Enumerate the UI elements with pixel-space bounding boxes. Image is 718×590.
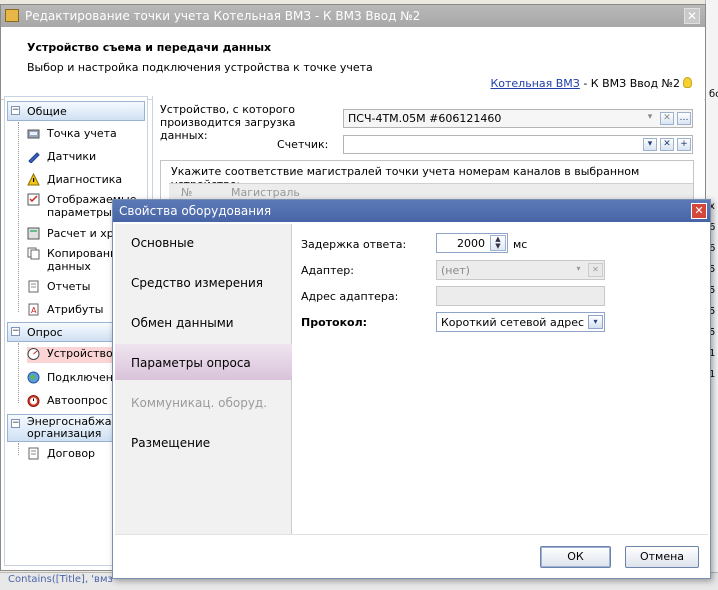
device-select[interactable]: ПСЧ-4ТМ.05М #606121460 ▾ ✕ … [343,109,693,128]
sidebar-item-label: Диагностика [47,173,123,186]
lightbulb-icon[interactable] [683,77,692,88]
clear-icon: ✕ [588,263,603,277]
chevron-down-icon[interactable]: ▾ [643,112,657,125]
tab-comm-equipment: Коммуникац. оборуд. [115,384,292,420]
sidebar-item-label: Датчики [47,150,97,163]
tree-line [18,122,19,312]
tab-placement[interactable]: Размещение [115,424,292,460]
dialog-titlebar: Свойства оборудования ✕ [113,200,710,222]
sidebar-item-diagnostics[interactable]: Диагностика [27,173,147,187]
breadcrumb-tail: - К ВМЗ Ввод №2 [579,77,680,90]
collapse-icon[interactable]: − [11,327,20,336]
sidebar-item-label: Автоопрос [47,394,108,407]
tree-line [18,343,19,403]
tree-line [18,443,19,455]
document-icon [28,447,39,460]
tab-label: Размещение [131,436,211,450]
close-icon[interactable]: ✕ [684,8,700,24]
collapse-icon[interactable]: − [11,419,20,428]
alarm-clock-icon [27,395,40,407]
counter-select[interactable]: ▾ ✕ + [343,135,693,154]
tab-label: Обмен данными [131,316,234,330]
protocol-label: Протокол: [301,316,368,329]
filter-text: Contains([Title], 'вмз [8,574,113,585]
ok-button[interactable]: ОК [540,546,611,568]
header-subtitle: Выбор и настройка подключения устройства… [27,61,373,74]
svg-text:A: A [31,306,37,315]
breadcrumb: Котельная ВМЗ - К ВМЗ Ввод №2 [490,77,692,90]
delay-label: Задержка ответа: [301,238,407,251]
spin-arrows-icon[interactable]: ▲ ▼ [490,235,506,251]
delay-spinner[interactable]: 2000 ▲ ▼ [436,233,508,253]
add-icon[interactable]: + [677,138,691,151]
checklist-icon [27,193,40,206]
gauge-icon [27,348,40,360]
more-icon[interactable]: … [677,112,691,125]
tab-label: Параметры опроса [131,356,251,370]
device-label: Устройство, с которого производится загр… [160,103,296,142]
clear-icon[interactable]: ✕ [660,112,674,125]
wizard-header: Устройство съема и передачи данных Выбор… [1,27,705,100]
dialog-tabs: Основные Средство измерения Обмен данным… [115,224,304,534]
report-icon [28,280,39,293]
chevron-down-icon[interactable]: ▾ [643,138,657,151]
sidebar-item-label: Договор [47,447,96,460]
adapter-value: (нет) [441,264,470,277]
chevron-down-icon[interactable]: ▾ [588,315,603,329]
attribute-icon: A [28,303,39,316]
sidebar-item-sensors[interactable]: Датчики [27,150,147,164]
pen-icon [28,152,40,163]
window-titlebar: Редактирование точки учета Котельная ВМЗ… [1,5,705,27]
sidebar-item-label: Отчеты [47,280,91,293]
tab-label: Основные [131,236,195,250]
globe-icon [27,371,40,384]
background-header-text: бсл [709,89,718,100]
nav-group-label: Опрос [27,326,63,339]
nav-group-label: Общие [27,105,67,118]
col-number: № [181,186,193,199]
sidebar-item-point[interactable]: Точка учета [27,127,147,141]
collapse-icon[interactable]: − [11,106,20,115]
protocol-select[interactable]: Короткий сетевой адрес ▾ [436,312,605,332]
meter-icon [27,129,40,139]
dialog-footer: ОК Отмена [115,534,708,576]
calculator-icon [27,227,40,240]
protocol-value: Короткий сетевой адрес [441,316,585,329]
copy-icon [27,247,40,260]
col-line: Магистраль [231,186,300,199]
adapter-address-label: Адрес адаптера: [301,290,399,303]
breadcrumb-link[interactable]: Котельная ВМЗ [490,77,579,90]
cancel-button[interactable]: Отмена [625,546,699,568]
header-title: Устройство съема и передачи данных [27,41,272,54]
tab-label: Коммуникац. оборуд. [131,396,268,410]
tab-data-exchange[interactable]: Обмен данными [115,304,292,340]
active-tab-pointer [292,350,304,374]
tab-basic[interactable]: Основные [115,224,292,260]
equipment-properties-dialog: Свойства оборудования ✕ Основные Средств… [112,199,711,579]
chevron-down-icon: ▾ [576,264,581,273]
adapter-label: Адаптер: [301,264,354,277]
counter-label: Счетчик: [277,138,329,151]
window-title: Редактирование точки учета Котельная ВМЗ… [25,9,421,23]
delay-value: 2000 [457,237,485,250]
sidebar-item-label: Атрибуты [47,303,104,316]
device-value: ПСЧ-4ТМ.05М #606121460 [348,112,502,125]
sidebar-item-label: Точка учета [47,127,117,140]
close-icon[interactable]: ✕ [691,203,707,219]
tab-measurement[interactable]: Средство измерения [115,264,292,300]
app-icon [5,9,19,22]
adapter-address-field [436,286,605,306]
clear-icon[interactable]: ✕ [660,138,674,151]
nav-group-general[interactable]: − Общие [7,101,145,121]
warning-icon [27,173,40,186]
delay-unit: мс [513,238,528,251]
sidebar-item-label: Устройство [47,347,113,360]
tab-label: Средство измерения [131,276,263,290]
tab-poll-params[interactable]: Параметры опроса [115,344,304,380]
adapter-select: (нет) ▾ ✕ [436,260,605,280]
dialog-title: Свойства оборудования [119,204,272,218]
